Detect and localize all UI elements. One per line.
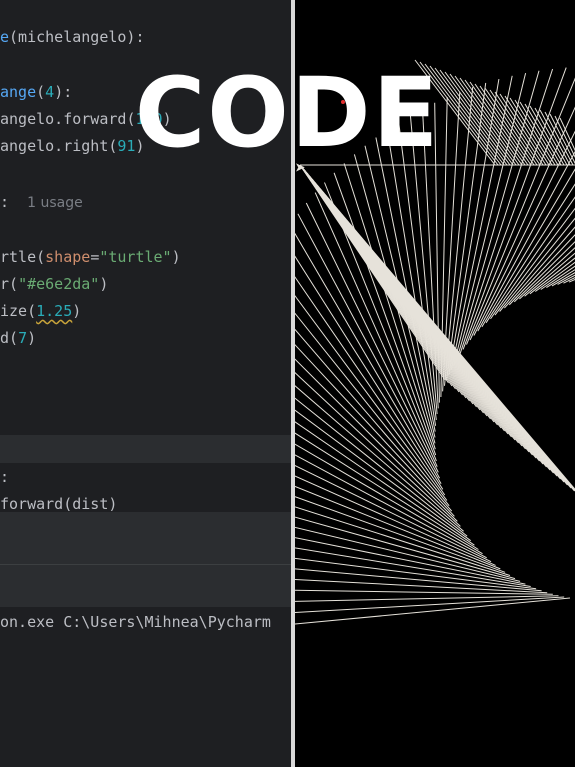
usage-hint[interactable]: 1 usage [27,195,83,211]
code-line: : [0,468,10,486]
overlay-title: CODE [134,57,441,169]
drawn-line [295,255,444,490]
run-console-output: on.exe C:\Users\Mihnea\Pycharm [0,613,271,631]
code-line: d(7) [0,329,37,347]
code-line: r("#e6e2da") [0,275,109,293]
drawn-line [295,578,548,594]
run-panel-header[interactable] [0,564,291,607]
current-line-highlight [0,435,291,463]
code-line: e(michelangelo): [0,28,145,46]
code-line: rtle(shape="turtle") [0,248,181,266]
drawn-line [295,409,471,542]
run-toolbar[interactable] [0,512,291,564]
drawn-line [295,537,526,585]
code-line: : 1 usage [0,193,83,211]
drawn-line [295,597,571,625]
drawn-line [295,589,553,595]
drawn-line [295,496,506,573]
drawn-line [295,595,559,602]
code-line: ize(1.25) [0,302,82,320]
